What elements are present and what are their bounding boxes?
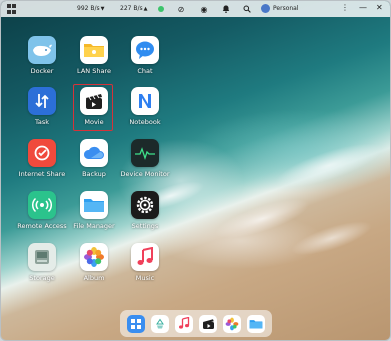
folder-icon bbox=[80, 191, 108, 219]
sync-icon[interactable]: ◉ bbox=[199, 4, 209, 14]
app-storage[interactable]: Storage bbox=[12, 243, 72, 293]
flower-icon bbox=[80, 243, 108, 271]
share-icon bbox=[28, 139, 56, 167]
app-label: Music bbox=[135, 274, 155, 282]
notebook-n-icon bbox=[131, 87, 159, 115]
app-music[interactable]: Music bbox=[115, 243, 175, 293]
transfer-arrows-icon bbox=[28, 87, 56, 115]
dock-recycle-icon[interactable] bbox=[151, 314, 169, 333]
app-internet-share[interactable]: Internet Share bbox=[12, 139, 72, 189]
folder-share-icon bbox=[80, 36, 108, 64]
upload-speed-value: 227 B/s bbox=[120, 5, 143, 12]
app-label: Storage bbox=[29, 274, 55, 282]
bell-icon[interactable] bbox=[221, 4, 231, 14]
gear-icon bbox=[131, 191, 159, 219]
close-icon[interactable]: ✕ bbox=[376, 3, 383, 12]
app-label: Remote Access bbox=[17, 222, 67, 230]
docker-icon bbox=[28, 36, 56, 64]
cloud-icon bbox=[80, 139, 108, 167]
app-grid-icon[interactable] bbox=[7, 4, 17, 14]
status-dot-icon bbox=[158, 6, 164, 12]
app-device-monitor[interactable]: Device Monitor bbox=[115, 139, 175, 189]
app-notebook[interactable]: Notebook bbox=[115, 87, 175, 137]
dock-flower-icon[interactable] bbox=[223, 314, 241, 333]
app-label: Chat bbox=[137, 67, 153, 75]
more-icon[interactable]: ⋮ bbox=[341, 3, 349, 12]
dock-folder-icon[interactable] bbox=[247, 314, 265, 333]
app-label: Settings bbox=[131, 222, 159, 230]
app-chat[interactable]: Chat bbox=[115, 36, 175, 86]
down-arrow-icon: ▼ bbox=[100, 6, 105, 12]
dock-app-grid-icon[interactable] bbox=[127, 314, 145, 333]
desktop-window: 992 B/s▼ 227 B/s▲ ⊘ ◉ Personal ⋮ — ✕ Doc… bbox=[0, 0, 391, 341]
app-label: Task bbox=[34, 118, 50, 126]
app-remote-access[interactable]: Remote Access bbox=[12, 191, 72, 241]
app-label: Docker bbox=[30, 67, 54, 75]
pulse-monitor-icon bbox=[131, 139, 159, 167]
selection-highlight bbox=[73, 84, 113, 131]
avatar bbox=[261, 4, 270, 13]
music-note-icon bbox=[131, 243, 159, 271]
app-label: Internet Share bbox=[18, 170, 66, 178]
download-speed: 992 B/s▼ bbox=[77, 5, 104, 12]
no-disturb-icon[interactable]: ⊘ bbox=[176, 4, 186, 14]
dock-clapperboard-icon[interactable] bbox=[199, 314, 217, 333]
dock-music-note-icon[interactable] bbox=[175, 314, 193, 333]
wireless-icon bbox=[28, 191, 56, 219]
app-docker[interactable]: Docker bbox=[12, 36, 72, 86]
chat-bubble-icon bbox=[131, 36, 159, 64]
app-task[interactable]: Task bbox=[12, 87, 72, 137]
user-menu[interactable]: Personal bbox=[261, 4, 299, 13]
search-icon[interactable] bbox=[242, 4, 252, 14]
download-speed-value: 992 B/s bbox=[77, 5, 100, 12]
up-arrow-icon: ▲ bbox=[143, 6, 148, 12]
upload-speed: 227 B/s▲ bbox=[120, 5, 147, 12]
hard-drive-icon bbox=[28, 243, 56, 271]
user-label: Personal bbox=[273, 5, 299, 12]
app-label: Notebook bbox=[129, 118, 161, 126]
app-settings[interactable]: Settings bbox=[115, 191, 175, 241]
minimize-icon[interactable]: — bbox=[359, 3, 367, 12]
dock bbox=[120, 310, 272, 337]
app-label: Device Monitor bbox=[120, 170, 170, 178]
top-bar: 992 B/s▼ 227 B/s▲ ⊘ ◉ Personal ⋮ — ✕ bbox=[1, 1, 390, 17]
